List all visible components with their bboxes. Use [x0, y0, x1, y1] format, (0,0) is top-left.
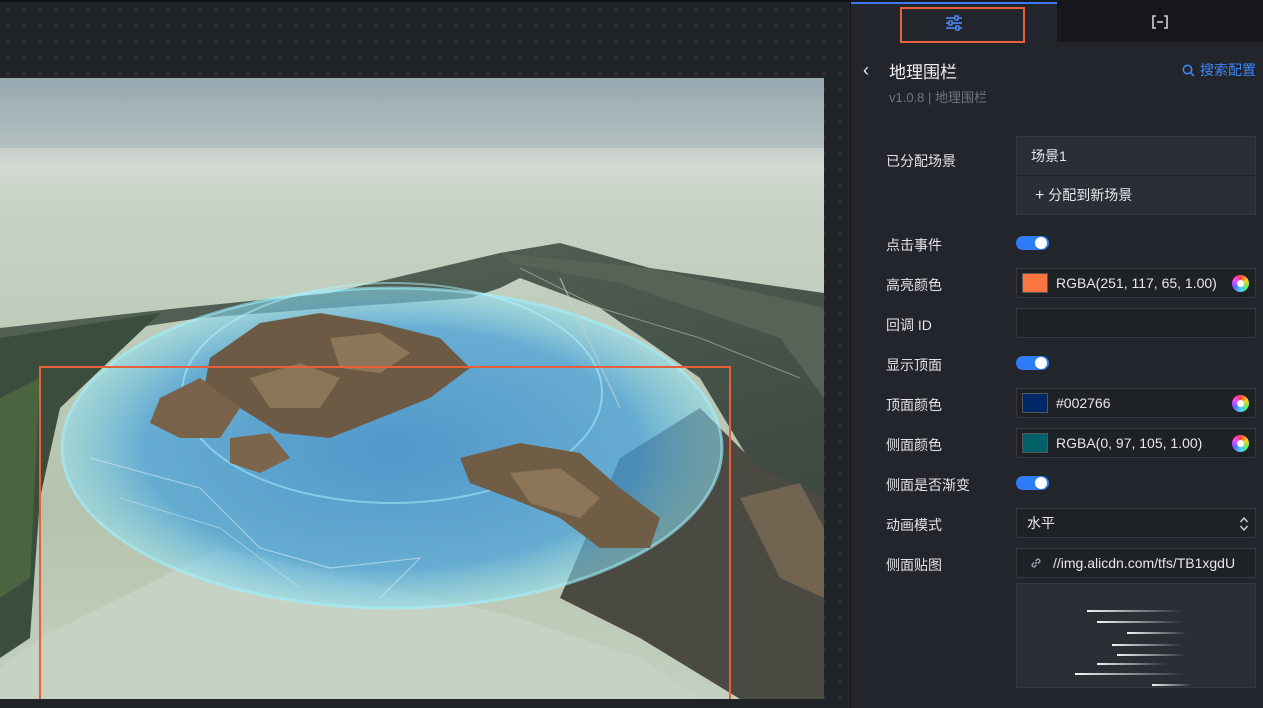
field-side-color: 侧面颜色 RGBA(0, 97, 105, 1.00): [851, 427, 1263, 459]
texture-url[interactable]: //img.alicdn.com/tfs/TB1xgdU: [1053, 555, 1249, 571]
updown-icon: [1239, 516, 1249, 532]
field-click-event: 点击事件: [851, 227, 1263, 259]
anim-mode-select[interactable]: 水平: [1016, 508, 1256, 538]
add-scene-button[interactable]: + 分配到新场景: [1017, 176, 1255, 214]
config-panel: ‹ 地理围栏 v1.0.8 | 地理围栏 搜索配置 已分配场景 场景1 + 分配…: [850, 0, 1263, 708]
color-swatch[interactable]: [1022, 273, 1048, 293]
terrain-render: [0, 78, 824, 699]
top-color-picker[interactable]: #002766: [1016, 388, 1256, 418]
scene-list: 场景1 + 分配到新场景: [1016, 136, 1256, 215]
field-label: 回调 ID: [886, 317, 932, 333]
search-label: 搜索配置: [1200, 62, 1256, 78]
tab-highlight: [900, 7, 1025, 43]
tab-collapse[interactable]: [1057, 2, 1263, 42]
field-side-texture: 侧面贴图 //img.alicdn.com/tfs/TB1xgdU: [851, 547, 1263, 579]
texture-streak: [1097, 663, 1167, 665]
field-label: 侧面颜色: [886, 437, 942, 453]
search-icon: [1182, 64, 1195, 77]
page-title: 地理围栏: [889, 63, 957, 82]
version-label: v1.0.8 | 地理围栏: [889, 90, 988, 105]
map-scene[interactable]: [0, 78, 824, 699]
color-wheel-icon[interactable]: [1232, 275, 1249, 292]
color-value[interactable]: #002766: [1056, 395, 1228, 411]
click-event-toggle[interactable]: [1016, 236, 1049, 250]
side-gradient-toggle[interactable]: [1016, 476, 1049, 490]
side-texture-input[interactable]: //img.alicdn.com/tfs/TB1xgdU: [1016, 548, 1256, 578]
panel-header: ‹ 地理围栏 v1.0.8 | 地理围栏 搜索配置: [851, 52, 1263, 112]
texture-streak: [1117, 654, 1187, 656]
field-show-top: 显示顶面: [851, 347, 1263, 379]
texture-preview: [1016, 583, 1256, 688]
canvas-area[interactable]: [0, 0, 850, 708]
field-label: 动画模式: [886, 517, 942, 533]
field-highlight-color: 高亮颜色 RGBA(251, 117, 65, 1.00): [851, 267, 1263, 299]
callback-id-input[interactable]: [1016, 308, 1256, 338]
link-icon: [1031, 558, 1041, 568]
field-top-color: 顶面颜色 #002766: [851, 387, 1263, 419]
color-swatch[interactable]: [1022, 433, 1048, 453]
scene-item[interactable]: 场景1: [1017, 137, 1255, 176]
color-wheel-icon[interactable]: [1232, 435, 1249, 452]
field-label: 侧面贴图: [886, 557, 942, 573]
texture-streak: [1087, 610, 1182, 612]
field-anim-mode: 动画模式 水平: [851, 507, 1263, 539]
color-wheel-icon[interactable]: [1232, 395, 1249, 412]
color-swatch[interactable]: [1022, 393, 1048, 413]
plus-icon: +: [1035, 187, 1045, 204]
field-label: 顶面颜色: [886, 397, 942, 413]
field-label: 点击事件: [886, 237, 942, 253]
texture-streak: [1075, 673, 1185, 675]
color-value[interactable]: RGBA(0, 97, 105, 1.00): [1056, 435, 1228, 451]
add-scene-label: 分配到新场景: [1048, 187, 1133, 203]
select-value: 水平: [1027, 515, 1055, 531]
field-label: 显示顶面: [886, 357, 942, 373]
side-color-picker[interactable]: RGBA(0, 97, 105, 1.00): [1016, 428, 1256, 458]
show-top-toggle[interactable]: [1016, 356, 1049, 370]
texture-streak: [1127, 632, 1187, 634]
collapse-icon: [1152, 15, 1168, 29]
texture-streak: [1112, 644, 1182, 646]
app-root: ‹ 地理围栏 v1.0.8 | 地理围栏 搜索配置 已分配场景 场景1 + 分配…: [0, 0, 1263, 708]
field-label: 已分配场景: [886, 153, 956, 169]
back-icon[interactable]: ‹: [863, 60, 869, 81]
field-label: 侧面是否渐变: [886, 477, 970, 493]
field-side-gradient: 侧面是否渐变: [851, 467, 1263, 499]
field-label: 高亮颜色: [886, 277, 942, 293]
highlight-color-picker[interactable]: RGBA(251, 117, 65, 1.00): [1016, 268, 1256, 298]
color-value[interactable]: RGBA(251, 117, 65, 1.00): [1056, 275, 1228, 291]
field-callback-id: 回调 ID: [851, 307, 1263, 339]
texture-streak: [1152, 684, 1192, 686]
texture-streak: [1097, 621, 1182, 623]
panel-tabs: [851, 0, 1263, 43]
search-config-link[interactable]: 搜索配置: [1182, 60, 1256, 80]
